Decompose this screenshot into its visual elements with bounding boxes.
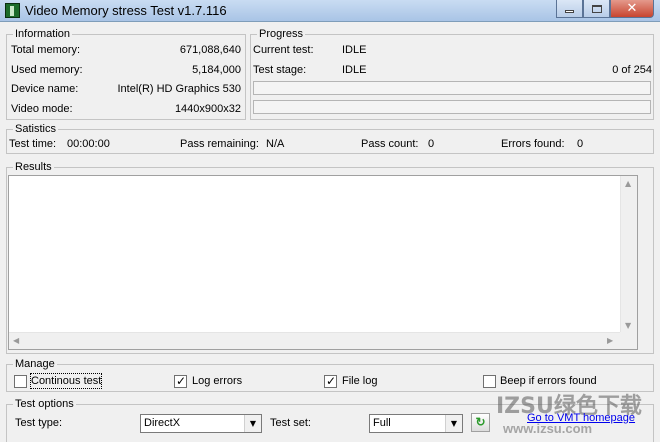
current-test-label: Current test: xyxy=(253,44,314,56)
refresh-button[interactable]: ↻ xyxy=(471,413,490,432)
test-time-value: 00:00:00 xyxy=(67,138,110,150)
total-memory-value: 671,088,640 xyxy=(179,44,241,56)
minimize-button[interactable] xyxy=(556,0,583,18)
statistics-legend: Satistics xyxy=(13,123,58,135)
used-memory-value: 5,184,000 xyxy=(192,64,241,76)
current-test-value: IDLE xyxy=(342,44,367,56)
title-bar: Video Memory stress Test v1.7.116 ✕ xyxy=(0,0,660,22)
test-time-label: Test time: xyxy=(9,138,57,150)
window-controls: ✕ xyxy=(556,0,654,18)
minimize-icon xyxy=(565,10,574,13)
scroll-right-icon[interactable]: ▶ xyxy=(607,336,613,346)
test-set-select[interactable]: Full ▼ xyxy=(369,414,463,433)
stage-count: 0 of 254 xyxy=(612,64,652,76)
progress-legend: Progress xyxy=(257,28,306,40)
scroll-up-icon[interactable]: ▲ xyxy=(625,179,631,189)
results-vertical-scrollbar[interactable]: ▲ ▼ xyxy=(620,176,637,334)
scroll-left-icon[interactable]: ◀ xyxy=(13,336,19,346)
continuous-test-label[interactable]: Continous test xyxy=(29,373,103,389)
chevron-down-icon[interactable]: ▼ xyxy=(244,415,261,432)
test-progress-bar xyxy=(253,100,651,114)
continuous-test-checkbox[interactable] xyxy=(14,375,27,388)
test-options-legend: Test options xyxy=(13,398,76,410)
scrollbar-corner xyxy=(620,332,637,349)
used-memory-label: Used memory: xyxy=(11,64,83,76)
video-mode-value: 1440x900x32 xyxy=(174,103,241,115)
stage-progress-bar xyxy=(253,81,651,95)
device-name-value: Intel(R) HD Graphics 530 xyxy=(117,83,242,95)
app-icon xyxy=(5,3,20,18)
beep-errors-checkbox[interactable] xyxy=(483,375,496,388)
test-stage-value: IDLE xyxy=(342,64,367,76)
file-log-label[interactable]: File log xyxy=(342,374,377,388)
errors-found-value: 0 xyxy=(577,138,584,150)
scroll-down-icon[interactable]: ▼ xyxy=(625,321,631,331)
refresh-icon: ↻ xyxy=(475,415,486,429)
file-log-checkbox[interactable]: ✓ xyxy=(324,374,337,388)
test-type-value: DirectX xyxy=(144,417,181,429)
manage-legend: Manage xyxy=(13,358,57,370)
test-set-label: Test set: xyxy=(270,417,311,429)
pass-count-value: 0 xyxy=(428,138,435,150)
window-title: Video Memory stress Test v1.7.116 xyxy=(25,3,227,18)
test-stage-label: Test stage: xyxy=(253,64,307,76)
log-errors-check-mark: ✓ xyxy=(176,374,187,388)
pass-count-label: Pass count: xyxy=(361,138,419,150)
close-button[interactable]: ✕ xyxy=(610,0,654,18)
total-memory-label: Total memory: xyxy=(11,44,81,56)
errors-found-label: Errors found: xyxy=(501,138,565,150)
results-list[interactable]: ▲ ▼ ◀ ▶ xyxy=(8,175,638,350)
test-type-label: Test type: xyxy=(15,417,63,429)
information-legend: Information xyxy=(13,28,73,40)
test-set-value: Full xyxy=(373,417,391,429)
pass-remaining-label: Pass remaining: xyxy=(180,138,259,150)
maximize-button[interactable] xyxy=(583,0,610,18)
test-type-select[interactable]: DirectX ▼ xyxy=(140,414,262,433)
device-name-label: Device name: xyxy=(11,83,79,95)
results-horizontal-scrollbar[interactable]: ◀ ▶ xyxy=(9,332,620,349)
file-log-check-mark: ✓ xyxy=(326,374,337,388)
maximize-icon xyxy=(591,4,602,13)
beep-errors-label[interactable]: Beep if errors found xyxy=(500,374,597,388)
video-mode-label: Video mode: xyxy=(11,103,73,115)
results-legend: Results xyxy=(13,161,54,173)
pass-remaining-value: N/A xyxy=(266,138,285,150)
watermark-url: www.izsu.com xyxy=(503,421,593,436)
log-errors-checkbox[interactable]: ✓ xyxy=(174,374,187,388)
log-errors-label[interactable]: Log errors xyxy=(192,374,242,388)
chevron-down-icon[interactable]: ▼ xyxy=(445,415,462,432)
close-icon: ✕ xyxy=(626,1,638,16)
